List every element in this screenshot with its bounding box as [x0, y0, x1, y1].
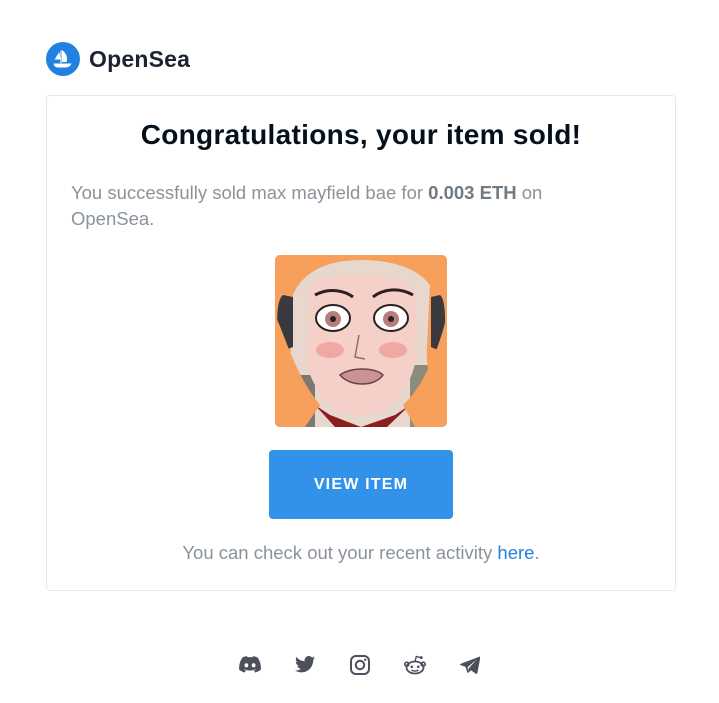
item-name: max mayfield bae [251, 182, 397, 203]
view-item-button[interactable]: VIEW ITEM [269, 450, 453, 519]
discord-icon[interactable] [238, 653, 261, 676]
nft-portrait-illustration [275, 255, 447, 427]
activity-note: You can check out your recent activity h… [47, 542, 675, 564]
brand-header: OpenSea [46, 42, 190, 76]
opensea-logo-icon [46, 42, 80, 76]
email-title: Congratulations, your item sold! [140, 119, 582, 150]
activity-here-link[interactable]: here [497, 542, 534, 563]
reddit-icon[interactable] [403, 653, 426, 676]
social-links [0, 653, 719, 677]
sale-price: 0.003 ETH [428, 182, 517, 203]
activity-prefix: You can check out your recent activity [182, 542, 498, 563]
telegram-icon[interactable] [458, 653, 481, 676]
item-image[interactable] [275, 255, 447, 427]
message-prefix: You successfully sold [71, 182, 252, 203]
sale-message: You successfully sold max mayfield bae f… [71, 180, 591, 232]
brand-name: OpenSea [89, 45, 191, 72]
activity-suffix: . [534, 542, 540, 563]
message-mid: for [396, 182, 429, 203]
sale-notification-card: Congratulations, your item sold! You suc… [46, 95, 676, 591]
twitter-icon[interactable] [293, 653, 316, 676]
instagram-icon[interactable] [348, 653, 371, 676]
